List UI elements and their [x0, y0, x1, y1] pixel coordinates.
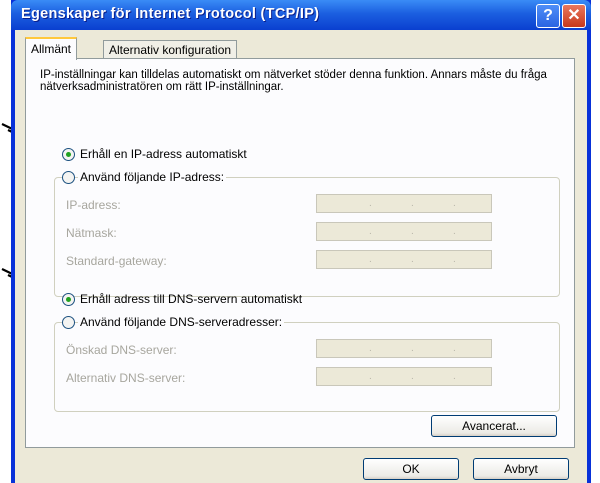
tab-alternative-configuration[interactable]: Alternativ konfiguration	[103, 40, 238, 60]
ip-address-field[interactable]: ...	[316, 194, 492, 213]
default-gateway-field[interactable]: ...	[316, 250, 492, 269]
dns-manual-radio[interactable]	[62, 316, 75, 329]
window-title: Egenskaper för Internet Protocol (TCP/IP…	[21, 6, 320, 22]
default-gateway-label: Standard-gateway:	[66, 254, 167, 268]
general-tab-panel: IP-inställningar kan tilldelas automatis…	[25, 58, 575, 448]
preferred-dns-label: Önskad DNS-server:	[66, 343, 177, 357]
tcpip-properties-dialog: Egenskaper för Internet Protocol (TCP/IP…	[11, 0, 591, 483]
dns-auto-radio[interactable]	[62, 293, 75, 306]
subnet-mask-label: Nätmask:	[66, 226, 117, 240]
help-button[interactable]: ?	[536, 4, 560, 28]
dialog-client-area: Allmänt Alternativ konfiguration IP-inst…	[15, 30, 587, 483]
advanced-button[interactable]: Avancerat...	[431, 415, 557, 437]
tab-general[interactable]: Allmänt	[25, 37, 78, 60]
ip-manual-label[interactable]: Använd följande IP-adress:	[78, 170, 227, 184]
help-icon: ?	[543, 7, 553, 24]
close-icon: ✕	[567, 7, 581, 24]
close-button[interactable]: ✕	[562, 4, 586, 28]
subnet-mask-field[interactable]: ...	[316, 222, 492, 241]
title-bar[interactable]: Egenskaper för Internet Protocol (TCP/IP…	[11, 0, 591, 30]
ip-manual-radio[interactable]	[62, 171, 75, 184]
ok-button[interactable]: OK	[363, 458, 459, 480]
ip-auto-label[interactable]: Erhåll en IP-adress automatiskt	[80, 147, 247, 161]
ip-address-label: IP-adress:	[66, 198, 121, 212]
dns-auto-label[interactable]: Erhåll adress till DNS-servern automatis…	[80, 292, 302, 306]
alternate-dns-field[interactable]: ...	[316, 367, 492, 386]
dns-manual-label[interactable]: Använd följande DNS-serveradresser:	[78, 315, 285, 329]
ip-auto-radio[interactable]	[62, 148, 75, 161]
cancel-button[interactable]: Avbryt	[473, 458, 569, 480]
preferred-dns-field[interactable]: ...	[316, 339, 492, 358]
intro-text: IP-inställningar kan tilldelas automatis…	[40, 69, 547, 93]
alternate-dns-label: Alternativ DNS-server:	[66, 371, 186, 385]
